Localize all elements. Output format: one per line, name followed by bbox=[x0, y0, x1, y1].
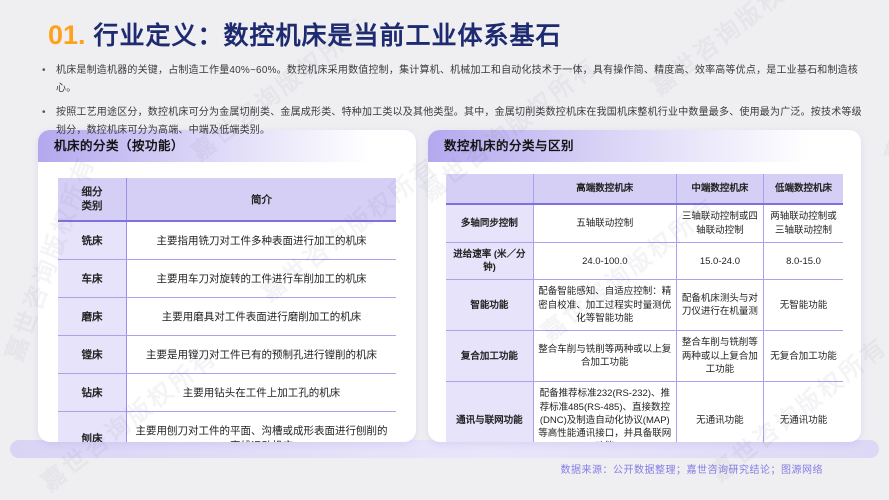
page-title: 01. 行业定义：数控机床是当前工业体系基石 bbox=[48, 16, 562, 52]
panel-cnc-comparison: 数控机床的分类与区别 高端数控机床 中端数控机床 低端数控机床 多轴同步控制 五… bbox=[428, 130, 861, 442]
cell-mid-end: 配备机床测头与对刀仪进行在机量测 bbox=[676, 280, 763, 331]
table-row: 多轴同步控制 五轴联动控制 三轴联动控制或四轴联动控制 两轴联动控制或三轴联动控… bbox=[446, 204, 843, 242]
row-label: 铣床 bbox=[58, 221, 127, 260]
table-row: 通讯与联网功能 配备推荐标准232(RS-232)、推荐标准485(RS-485… bbox=[446, 382, 843, 442]
data-source-note: 数据来源：公开数据整理；嘉世咨询研究结论；图源网络 bbox=[561, 461, 824, 476]
row-desc: 主要指用铣刀对工件多种表面进行加工的机床 bbox=[127, 221, 397, 260]
row-label: 刨床 bbox=[58, 412, 127, 442]
bullet-item: 按照工艺用途区分，数控机床可分为金属切削类、金属成形类、特种加工类以及其他类型。… bbox=[40, 104, 865, 139]
row-desc: 主要用车刀对旋转的工件进行车削加工的机床 bbox=[127, 260, 397, 298]
row-desc: 主要用钻头在工件上加工孔的机床 bbox=[127, 374, 397, 412]
table-row: 磨床 主要用磨具对工件表面进行磨削加工的机床 bbox=[58, 298, 396, 336]
row-desc: 主要是用镗刀对工件已有的预制孔进行镗削的机床 bbox=[127, 336, 397, 374]
column-header: 低端数控机床 bbox=[764, 174, 843, 204]
table-header-row: 细分类别 简介 bbox=[58, 178, 396, 221]
row-label: 磨床 bbox=[58, 298, 127, 336]
column-header: 高端数控机床 bbox=[533, 174, 676, 204]
cell-low-end: 8.0-15.0 bbox=[764, 242, 843, 280]
cell-low-end: 无智能功能 bbox=[764, 280, 843, 331]
cell-mid-end: 三轴联动控制或四轴联动控制 bbox=[676, 204, 763, 242]
row-desc: 主要用磨具对工件表面进行磨削加工的机床 bbox=[127, 298, 397, 336]
cell-high-end: 五轴联动控制 bbox=[533, 204, 676, 242]
table-row: 车床 主要用车刀对旋转的工件进行车削加工的机床 bbox=[58, 260, 396, 298]
table-row: 钻床 主要用钻头在工件上加工孔的机床 bbox=[58, 374, 396, 412]
watermark: 嘉世咨询版权所有 bbox=[875, 0, 889, 165]
table-row: 铣床 主要指用铣刀对工件多种表面进行加工的机床 bbox=[58, 221, 396, 260]
table-row: 进给速率 (米／分钟) 24.0-100.0 15.0-24.0 8.0-15.… bbox=[446, 242, 843, 280]
cnc-tier-table: 高端数控机床 中端数控机床 低端数控机床 多轴同步控制 五轴联动控制 三轴联动控… bbox=[446, 174, 843, 442]
row-label: 车床 bbox=[58, 260, 127, 298]
machine-type-table: 细分类别 简介 铣床 主要指用铣刀对工件多种表面进行加工的机床 车床 主要用车刀… bbox=[58, 178, 396, 442]
bullet-item: 机床是制造机器的关键，占制造工作量40%~60%。数控机床采用数值控制，集计算机… bbox=[40, 62, 865, 97]
row-desc: 主要用刨刀对工件的平面、沟槽或成形表面进行刨削的直线运动机床 bbox=[127, 412, 397, 442]
cell-high-end: 配备推荐标准232(RS-232)、推荐标准485(RS-485)、直接数控(D… bbox=[533, 382, 676, 442]
table-row: 复合加工功能 整合车削与铣削等两种或以上复合加工功能 整合车削与铣削等两种或以上… bbox=[446, 331, 843, 382]
table-header-row: 高端数控机床 中端数控机床 低端数控机床 bbox=[446, 174, 843, 204]
table-row: 智能功能 配备智能感知、自适应控制：精密自校准、加工过程实时量测优化等智能功能 … bbox=[446, 280, 843, 331]
row-label: 复合加工功能 bbox=[446, 331, 533, 382]
cell-low-end: 无通讯功能 bbox=[764, 382, 843, 442]
column-header: 简介 bbox=[127, 178, 397, 221]
row-label: 进给速率 (米／分钟) bbox=[446, 242, 533, 280]
row-label: 钻床 bbox=[58, 374, 127, 412]
table-row: 镗床 主要是用镗刀对工件已有的预制孔进行镗削的机床 bbox=[58, 336, 396, 374]
column-header: 细分类别 bbox=[58, 178, 127, 221]
column-header bbox=[446, 174, 533, 204]
bottom-accent-bar bbox=[10, 440, 879, 458]
title-text: 行业定义：数控机床是当前工业体系基石 bbox=[94, 22, 562, 50]
row-label: 多轴同步控制 bbox=[446, 204, 533, 242]
cell-high-end: 配备智能感知、自适应控制：精密自校准、加工过程实时量测优化等智能功能 bbox=[533, 280, 676, 331]
row-label: 通讯与联网功能 bbox=[446, 382, 533, 442]
title-number: 01. bbox=[48, 20, 86, 50]
intro-bullets: 机床是制造机器的关键，占制造工作量40%~60%。数控机床采用数值控制，集计算机… bbox=[40, 62, 865, 146]
cell-mid-end: 无通讯功能 bbox=[676, 382, 763, 442]
column-header-label: 细分类别 bbox=[79, 185, 104, 213]
column-header: 中端数控机床 bbox=[676, 174, 763, 204]
row-label: 智能功能 bbox=[446, 280, 533, 331]
watermark: 嘉世咨询版权所有 bbox=[885, 210, 889, 425]
table-row: 刨床 主要用刨刀对工件的平面、沟槽或成形表面进行刨削的直线运动机床 bbox=[58, 412, 396, 442]
cell-high-end: 24.0-100.0 bbox=[533, 242, 676, 280]
panel-machine-classification: 机床的分类（按功能） 细分类别 简介 铣床 主要指用铣刀对工件多种表面进行加工的… bbox=[38, 130, 416, 442]
row-label: 镗床 bbox=[58, 336, 127, 374]
cell-high-end: 整合车削与铣削等两种或以上复合加工功能 bbox=[533, 331, 676, 382]
cell-mid-end: 整合车削与铣削等两种或以上复合加工功能 bbox=[676, 331, 763, 382]
cell-low-end: 两轴联动控制或三轴联动控制 bbox=[764, 204, 843, 242]
cell-mid-end: 15.0-24.0 bbox=[676, 242, 763, 280]
cell-low-end: 无复合加工功能 bbox=[764, 331, 843, 382]
